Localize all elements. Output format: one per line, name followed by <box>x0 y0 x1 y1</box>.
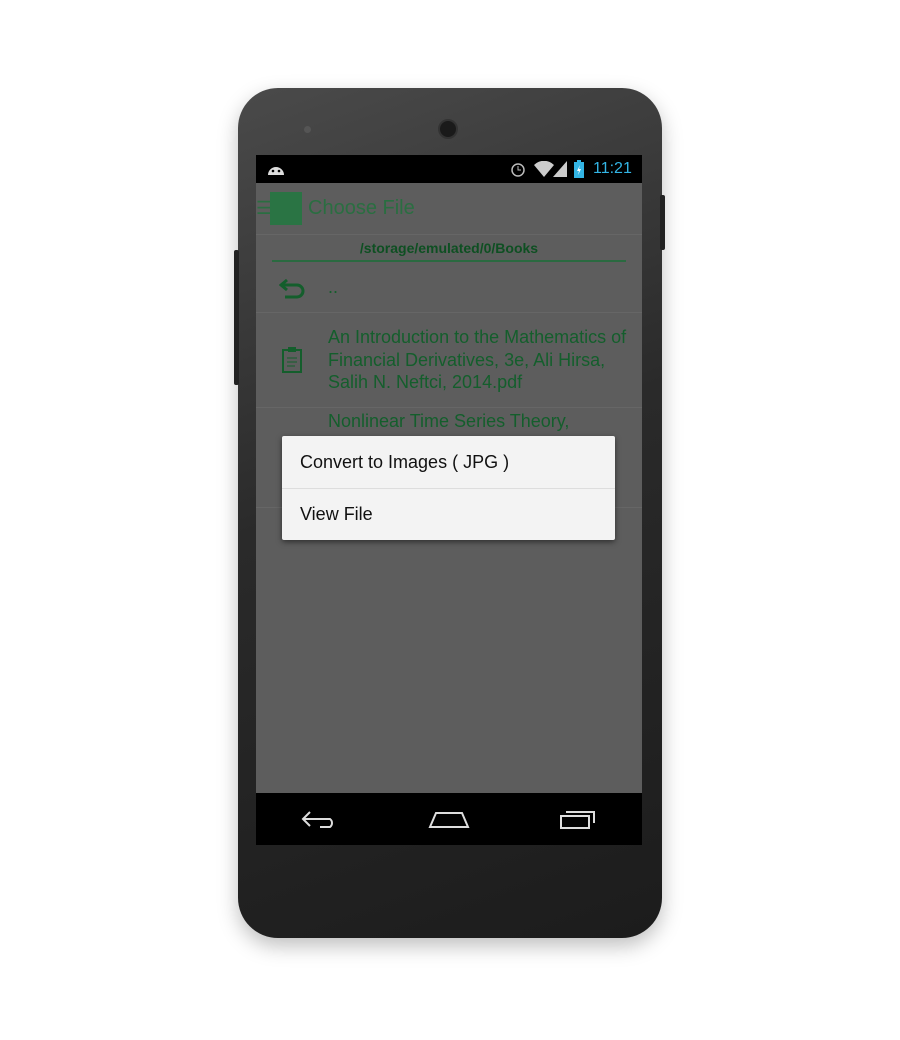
alarm-icon <box>511 163 525 177</box>
file-item[interactable]: An Introduction to the Mathematics of Fi… <box>256 313 642 408</box>
action-bar: ☰ Choose File <box>256 183 642 235</box>
app-logo-icon[interactable] <box>270 192 302 225</box>
clock: 11:21 <box>593 160 632 177</box>
back-arrow-icon <box>279 278 305 298</box>
view-file-option[interactable]: View File <box>282 488 615 540</box>
android-icon <box>268 167 284 175</box>
status-bar: 11:21 <box>256 155 642 183</box>
file-name: .. <box>328 277 339 298</box>
convert-to-images-option[interactable]: Convert to Images ( JPG ) <box>282 436 615 488</box>
home-icon[interactable] <box>428 808 470 830</box>
screen: 11:21 ☰ Choose File /storage/emulated/0/… <box>256 155 642 845</box>
signal-icon <box>553 161 567 177</box>
current-path: /storage/emulated/0/Books <box>272 235 626 262</box>
page-title: Choose File <box>308 197 415 219</box>
power-button[interactable] <box>660 195 665 250</box>
file-name: An Introduction to the Mathematics of Fi… <box>328 327 627 393</box>
navigation-bar <box>256 793 642 845</box>
context-menu: Convert to Images ( JPG ) View File <box>282 436 615 540</box>
file-item-parent[interactable]: .. <box>256 263 642 313</box>
volume-button[interactable] <box>234 250 239 385</box>
sensor <box>304 126 311 133</box>
file-name: Nonlinear Time Series Theory, <box>328 411 570 431</box>
battery-charging-icon <box>574 160 584 178</box>
clipboard-document-icon <box>282 347 302 373</box>
front-camera <box>438 119 458 139</box>
recent-apps-icon[interactable] <box>558 808 598 830</box>
back-icon[interactable] <box>300 808 340 830</box>
menu-icon[interactable]: ☰ <box>256 198 272 219</box>
wifi-icon <box>534 161 554 177</box>
